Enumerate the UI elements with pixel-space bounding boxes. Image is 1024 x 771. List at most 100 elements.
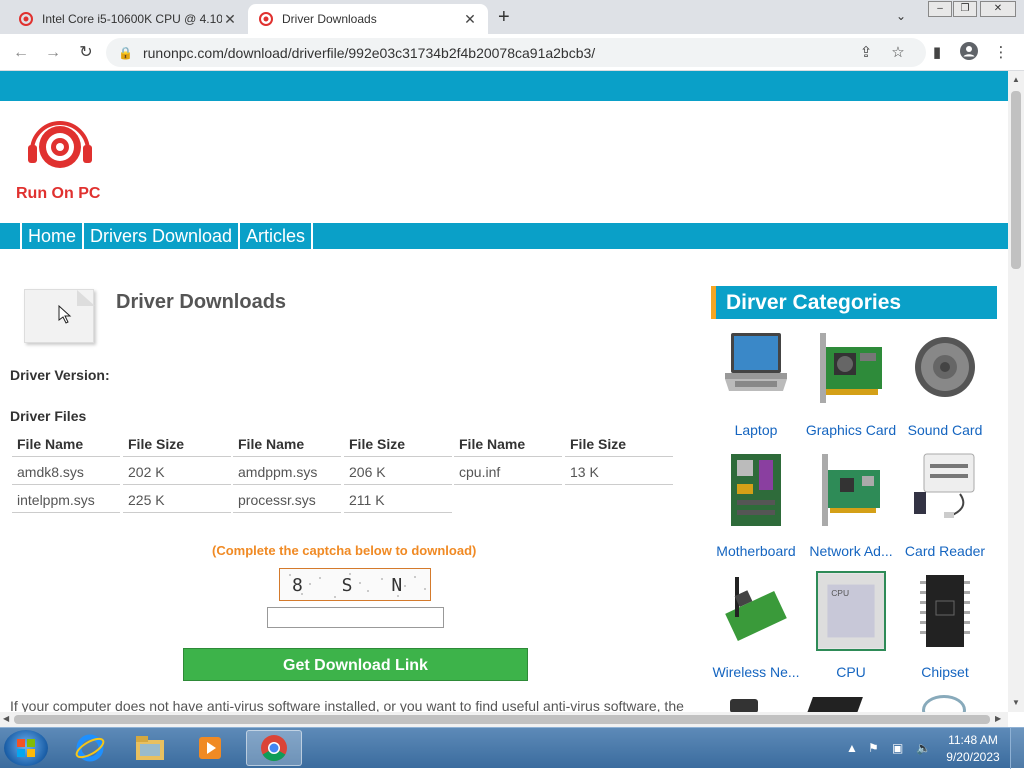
scroll-down-icon[interactable]: ▼ (1012, 698, 1020, 707)
svg-text:CPU: CPU (831, 588, 849, 598)
bookmark-star-icon[interactable]: ☆ (887, 42, 909, 64)
browser-tab-strip: Intel Core i5-10600K CPU @ 4.10 ✕ Driver… (0, 0, 1024, 34)
browser-tab[interactable]: Intel Core i5-10600K CPU @ 4.10 ✕ (8, 4, 248, 34)
file-name-cell: amdppm.sys (233, 459, 341, 485)
category-graphics-card[interactable]: Graphics Card (803, 329, 899, 438)
address-toolbar: ← → ↻ 🔒 runonpc.com/download/driverfile/… (0, 34, 1024, 71)
motherboard-icon (731, 454, 781, 526)
category-chipset[interactable]: Chipset (897, 571, 993, 680)
action-center-flag-icon[interactable]: ⚑ (868, 741, 879, 755)
file-icon (24, 289, 95, 343)
file-size-cell: 206 K (344, 459, 452, 485)
category-label: Wireless Ne... (712, 664, 800, 680)
graphics-card-icon (820, 333, 882, 403)
category-motherboard[interactable]: Motherboard (708, 450, 804, 559)
table-header: File Name (454, 431, 562, 457)
horizontal-scrollbar[interactable]: ◀ ▶ (0, 712, 1008, 727)
tab-title: Driver Downloads (282, 12, 377, 26)
back-arrow-icon[interactable]: ← (10, 42, 32, 64)
table-header: File Size (123, 431, 231, 457)
category-label: Sound Card (907, 422, 983, 438)
scrollbar-thumb[interactable] (14, 715, 990, 724)
network-icon[interactable]: ▣ (892, 741, 903, 755)
vertical-scrollbar[interactable]: ▲ ▼ (1008, 71, 1024, 712)
file-name-cell: intelppm.sys (12, 487, 120, 513)
runonpc-favicon-icon (19, 12, 33, 26)
scroll-left-icon[interactable]: ◀ (3, 714, 9, 723)
minimize-icon[interactable]: – (928, 1, 952, 17)
lock-icon: 🔒 (118, 45, 133, 60)
browser-tab-active[interactable]: Driver Downloads ✕ (248, 4, 488, 34)
file-name-cell: processr.sys (233, 487, 341, 513)
card-reader-icon (914, 453, 975, 518)
category-sound-card[interactable]: Sound Card (897, 329, 993, 438)
category-laptop[interactable]: Laptop (708, 329, 804, 438)
category-card-reader[interactable]: Card Reader (897, 450, 993, 559)
windows-taskbar: ▲ ⚑ ▣ 🔈 11:48 AM 9/20/2023 (0, 727, 1024, 769)
table-header: File Size (565, 431, 673, 457)
url-text: runonpc.com/download/driverfile/992e03c3… (142, 44, 596, 61)
show-hidden-icons-icon[interactable]: ▲ (846, 741, 858, 755)
show-desktop-button[interactable] (1010, 728, 1024, 769)
file-name-cell: amdk8.sys (12, 459, 120, 485)
wireless-card-icon (725, 577, 787, 642)
share-icon[interactable]: ⇪ (855, 42, 877, 64)
main-nav-bar: Home Drivers Download Articles (0, 223, 1008, 249)
nav-articles[interactable]: Articles (238, 223, 314, 249)
category-label: Laptop (734, 422, 778, 438)
nav-home[interactable]: Home (20, 223, 82, 249)
top-banner-strip (0, 71, 1008, 101)
speaker-icon (915, 337, 975, 397)
categories-header: Dirver Categories (711, 286, 997, 319)
system-clock[interactable]: 11:48 AM 9/20/2023 (944, 732, 1002, 766)
file-explorer-icon[interactable] (122, 730, 178, 766)
category-label: Card Reader (904, 543, 986, 559)
captcha-text: 8 S N J Y (292, 575, 431, 596)
clock-time: 11:48 AM (948, 733, 998, 747)
category-label: Network Ad... (809, 543, 893, 559)
captcha-input[interactable] (267, 607, 444, 628)
run-on-pc-logo[interactable] (22, 117, 98, 177)
new-tab-button[interactable]: + (498, 6, 510, 29)
forward-arrow-icon[interactable]: → (42, 42, 64, 64)
network-card-icon (822, 454, 880, 526)
restore-icon[interactable]: ❐ (953, 1, 977, 17)
category-wireless-network[interactable]: Wireless Ne... (708, 571, 804, 680)
scroll-up-icon[interactable]: ▲ (1012, 75, 1020, 84)
close-window-icon[interactable]: ✕ (980, 1, 1016, 17)
volume-muted-icon[interactable]: 🔈 (916, 741, 931, 755)
chevron-down-icon[interactable]: ⌄ (896, 9, 906, 23)
site-name[interactable]: Run On PC (16, 185, 100, 203)
more-menu-icon[interactable]: ⋮ (990, 42, 1012, 64)
category-cpu[interactable]: CPU CPU (803, 571, 899, 680)
category-network-adapter[interactable]: Network Ad... (803, 450, 899, 559)
reload-icon[interactable]: ↻ (75, 42, 97, 64)
media-player-icon[interactable] (182, 730, 238, 766)
scroll-right-icon[interactable]: ▶ (995, 714, 1001, 723)
category-label: CPU (836, 664, 866, 680)
partial-category-row (730, 693, 990, 712)
tab-title: Intel Core i5-10600K CPU @ 4.10 (42, 12, 222, 26)
address-bar[interactable]: 🔒 runonpc.com/download/driverfile/992e03… (106, 38, 926, 67)
file-size-cell: 202 K (123, 459, 231, 485)
file-name-cell: cpu.inf (454, 459, 562, 485)
runonpc-favicon-icon (259, 12, 273, 26)
internet-explorer-icon[interactable] (62, 730, 118, 766)
category-label: Motherboard (716, 543, 796, 559)
close-tab-icon[interactable]: ✕ (462, 11, 478, 28)
file-size-cell: 211 K (344, 487, 452, 513)
start-button[interactable] (4, 730, 48, 766)
windows-logo-icon (17, 739, 35, 757)
nav-drivers-download[interactable]: Drivers Download (82, 223, 238, 249)
close-tab-icon[interactable]: ✕ (222, 11, 238, 28)
clock-date: 9/20/2023 (946, 750, 1000, 764)
get-download-link-button[interactable]: Get Download Link (183, 648, 528, 681)
page-title: Driver Downloads (116, 291, 287, 313)
scrollbar-thumb[interactable] (1011, 91, 1021, 269)
table-header: File Name (233, 431, 341, 457)
page-viewport: Run On PC Home Drivers Download Articles… (0, 71, 1008, 712)
chrome-icon[interactable] (246, 730, 302, 766)
profile-avatar-icon[interactable] (958, 42, 980, 64)
side-panel-icon[interactable]: ▮ (926, 42, 948, 64)
table-header: File Size (344, 431, 452, 457)
